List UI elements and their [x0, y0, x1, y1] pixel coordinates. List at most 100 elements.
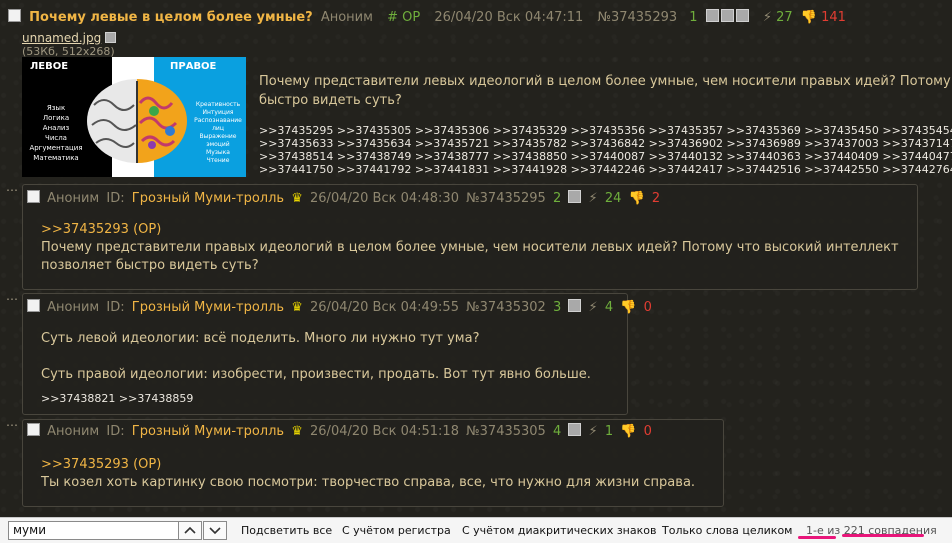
post-number[interactable]: №37435302	[466, 300, 546, 315]
image-word: Креативность	[195, 101, 241, 108]
reply-header: Аноним ID: Грозный Муми-тролль ♛ 26/04/2…	[27, 190, 663, 208]
match-case-toggle[interactable]: С учётом регистра	[342, 524, 451, 537]
image-word: Интуиция	[202, 109, 234, 116]
gallery-icon[interactable]	[720, 9, 734, 22]
image-word: эмоций	[206, 141, 230, 148]
image-word: Выражение	[199, 133, 237, 140]
dislike-count: 0	[643, 424, 652, 439]
find-next-button[interactable]	[203, 521, 227, 540]
post-datetime: 26/04/20 Вск 04:49:55	[310, 300, 459, 315]
play-icon[interactable]	[568, 299, 582, 312]
message-line: Суть правой идеологии: изобрести, произв…	[41, 367, 591, 382]
backref-line[interactable]: >>37438514 >>37438749 >>37438777 >>37438…	[259, 150, 952, 163]
replies-count: 2	[552, 191, 562, 206]
op-post: Почему левые в целом более умные? Аноним…	[8, 8, 952, 28]
checkbox-icon[interactable]	[27, 299, 40, 312]
reply-menu-icon[interactable]: ⋯	[6, 292, 18, 306]
checkbox-icon[interactable]	[8, 9, 21, 22]
brain-image	[87, 79, 187, 163]
post-image[interactable]: ЛЕВОЕ ПРАВОЕ Язык Логика Анализ Числа Ар…	[22, 57, 246, 177]
crown-icon: ♛	[291, 191, 303, 206]
checkbox-icon[interactable]	[27, 423, 40, 436]
file-info: unnamed.jpg (53Кб, 512x268)	[22, 31, 118, 59]
image-word: Распознавание	[194, 117, 242, 124]
gallery-icons	[705, 9, 755, 25]
post-number[interactable]: №37435293	[597, 10, 677, 25]
replies-count: 3	[552, 300, 562, 315]
dislike-group[interactable]: 👎 141	[801, 10, 846, 25]
dislike-count: 2	[651, 191, 661, 206]
file-name[interactable]: unnamed.jpg	[22, 31, 101, 45]
image-left-words: Язык Логика Анализ Числа Аргументация Ма…	[28, 103, 84, 163]
lightning-icon: ⚡	[762, 10, 772, 25]
whole-words-toggle[interactable]: Только слова целиком	[662, 524, 792, 537]
chevron-up-icon	[184, 526, 196, 534]
reply-menu-icon[interactable]: ⋯	[6, 418, 18, 432]
reply-message: Суть левой идеологии: всё поделить. Мног…	[41, 330, 591, 408]
dislike-count: 141	[821, 10, 846, 25]
op-tag: # OP	[387, 10, 421, 25]
reply-reflink[interactable]: >>37435293 (OP)	[41, 456, 695, 474]
reply-reflink[interactable]: >>37435293 (OP)	[41, 221, 899, 239]
post-author: Аноним	[47, 424, 100, 439]
crown-icon: ♛	[291, 300, 303, 315]
backref-line[interactable]: >>37441750 >>37441792 >>37441831 >>37441…	[259, 163, 952, 176]
post-author: Аноним	[320, 10, 373, 25]
poster-id-name[interactable]: Грозный Муми-тролль	[132, 424, 284, 439]
post-datetime: 26/04/20 Вск 04:51:18	[310, 424, 459, 439]
highlight-all-toggle[interactable]: Подсветить все	[241, 524, 332, 537]
image-word: Музыка	[206, 149, 230, 156]
find-input[interactable]	[8, 521, 184, 540]
thumbs-down-icon[interactable]: 👎	[629, 191, 645, 206]
like-count: 1	[604, 424, 614, 439]
message-line: быстро видеть суть?	[259, 93, 402, 108]
backref-line[interactable]: >>37435633 >>37435634 >>37435721 >>37435…	[259, 137, 952, 150]
backref-line[interactable]: >>37435295 >>37435305 >>37435306 >>37435…	[259, 124, 952, 137]
post-datetime: 26/04/20 Вск 04:48:30	[310, 191, 459, 206]
message-line	[41, 348, 591, 366]
lightning-icon[interactable]: ⚡	[589, 300, 598, 315]
play-icon[interactable]	[735, 9, 749, 22]
thumbs-down-icon[interactable]: 👎	[620, 300, 636, 315]
image-word: Числа	[45, 134, 67, 142]
image-right-words: Креативность Интуиция Распознавание лиц …	[190, 101, 246, 165]
chevron-down-icon	[209, 527, 221, 535]
post-subject: Почему левые в целом более умные?	[29, 10, 313, 25]
message-line: Почему представители левых идеологий в ц…	[259, 74, 952, 89]
reply-menu-icon[interactable]: ⋯	[6, 183, 18, 197]
reply-message: >>37435293 (OP) Ты козел хоть картинку с…	[41, 456, 695, 492]
post-number[interactable]: №37435295	[466, 191, 546, 206]
replies-count: 1	[689, 10, 698, 25]
thumbs-down-icon[interactable]: 👎	[620, 424, 636, 439]
image-left-title: ЛЕВОЕ	[30, 61, 69, 72]
reply-post: Аноним ID: Грозный Муми-тролль ♛ 26/04/2…	[22, 293, 652, 415]
thumbs-down-icon: 👎	[800, 10, 817, 25]
message-line: позволяет быстро видеть суть?	[41, 258, 259, 273]
star-icon[interactable]	[705, 9, 719, 22]
poster-id-name[interactable]: Грозный Муми-тролль	[132, 191, 284, 206]
play-icon[interactable]	[568, 190, 582, 203]
lightning-icon[interactable]: ⚡	[589, 424, 598, 439]
checkbox-icon[interactable]	[27, 190, 40, 203]
annotation-underline	[798, 536, 836, 539]
match-diacritics-toggle[interactable]: С учётом диакритических знаков	[462, 524, 656, 537]
backref-line[interactable]: >>37438821 >>37438859	[41, 390, 591, 408]
id-label: ID:	[106, 424, 125, 439]
message-line: Суть левой идеологии: всё поделить. Мног…	[41, 331, 480, 346]
post-number[interactable]: №37435305	[466, 424, 546, 439]
like-count: 27	[776, 10, 793, 25]
like-group[interactable]: ⚡ 27	[763, 10, 797, 25]
id-label: ID:	[106, 300, 125, 315]
find-prev-button[interactable]	[178, 521, 202, 540]
op-header: Почему левые в целом более умные? Аноним…	[8, 8, 952, 28]
lightning-icon[interactable]: ⚡	[589, 191, 598, 206]
annotation-underline	[842, 534, 924, 537]
play-icon[interactable]	[568, 423, 582, 436]
image-word: Анализ	[42, 124, 70, 132]
find-bar: Подсветить все С учётом регистра С учёто…	[0, 517, 952, 543]
search-image-icon[interactable]	[105, 32, 117, 43]
message-line: Почему представители правых идеологий в …	[41, 240, 899, 255]
image-word: Математика	[33, 154, 79, 162]
reply-header: Аноним ID: Грозный Муми-тролль ♛ 26/04/2…	[27, 299, 655, 317]
poster-id-name[interactable]: Грозный Муми-тролль	[132, 300, 284, 315]
